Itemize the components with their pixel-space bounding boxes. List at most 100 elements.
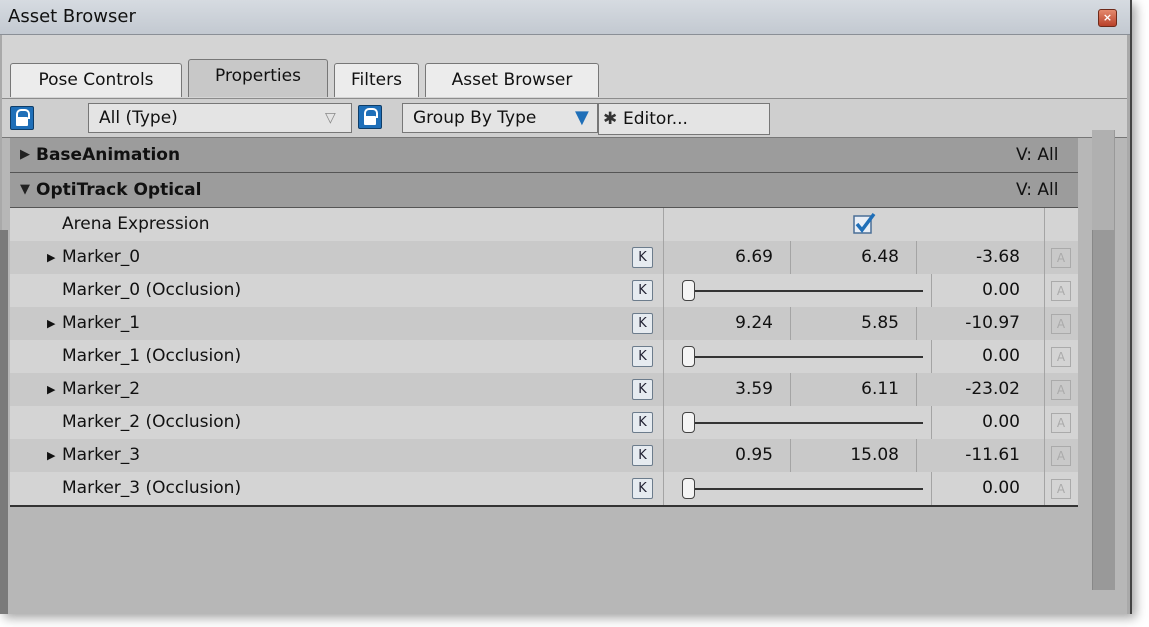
property-name: Marker_1 <box>62 313 141 333</box>
editor-button[interactable]: ✱ Editor... <box>598 103 770 135</box>
occlusion-value[interactable]: 0.00 <box>935 274 1020 307</box>
property-row-arena-expression: Arena Expression <box>10 208 1078 241</box>
property-row-marker-2: ▶ Marker_2 K 3.59 6.11 -23.02 A <box>10 373 1078 406</box>
column-divider <box>916 439 917 472</box>
key-button[interactable]: K <box>632 445 653 466</box>
toolbar: All (Type) ▽ Group By Type ▼ ✱ Editor... <box>2 99 1127 138</box>
property-name: Marker_3 <box>62 445 141 465</box>
scrollbar-thumb[interactable] <box>1092 130 1114 230</box>
anim-button[interactable]: A <box>1051 446 1071 466</box>
occlusion-slider-track[interactable] <box>695 356 923 358</box>
x-value[interactable]: 3.59 <box>670 373 773 406</box>
group-header-baseanimation[interactable]: ▶ BaseAnimation V: All <box>10 138 1078 173</box>
expand-icon[interactable]: ▶ <box>47 241 55 274</box>
gear-icon: ✱ <box>603 109 618 129</box>
occlusion-slider-thumb[interactable] <box>682 412 695 433</box>
occlusion-value[interactable]: 0.00 <box>935 472 1020 505</box>
occlusion-slider-thumb[interactable] <box>682 280 695 301</box>
column-divider <box>663 307 664 340</box>
column-divider <box>790 373 791 406</box>
property-row-marker-3-occlusion: Marker_3 (Occlusion) K 0.00 A <box>10 472 1078 505</box>
key-button[interactable]: K <box>632 412 653 433</box>
collapse-icon[interactable]: ▼ <box>20 173 30 207</box>
anim-button[interactable]: A <box>1051 314 1071 334</box>
tab-pose-controls[interactable]: Pose Controls <box>10 63 182 97</box>
tab-filters[interactable]: Filters <box>334 63 419 97</box>
occlusion-value[interactable]: 0.00 <box>935 340 1020 373</box>
occlusion-slider-track[interactable] <box>695 488 923 490</box>
visibility-label[interactable]: V: All <box>1016 138 1058 172</box>
y-value[interactable]: 15.08 <box>795 439 899 472</box>
y-value[interactable]: 5.85 <box>795 307 899 340</box>
column-divider <box>1044 406 1045 439</box>
tab-asset-browser[interactable]: Asset Browser <box>425 63 599 97</box>
occlusion-slider-track[interactable] <box>695 422 923 424</box>
type-filter-dropdown[interactable]: All (Type) ▽ <box>88 103 352 133</box>
title-bar: Asset Browser × <box>0 0 1130 35</box>
type-filter-value: All (Type) <box>99 108 178 128</box>
y-value[interactable]: 6.48 <box>795 241 899 274</box>
chevron-down-icon: ▽ <box>325 110 336 126</box>
close-icon[interactable]: × <box>1098 9 1117 27</box>
column-divider <box>790 439 791 472</box>
z-value[interactable]: -10.97 <box>920 307 1020 340</box>
panel-body: Pose Controls Properties Filters Asset B… <box>2 35 1127 614</box>
column-divider <box>931 340 932 373</box>
x-value[interactable]: 6.69 <box>670 241 773 274</box>
z-value[interactable]: -23.02 <box>920 373 1020 406</box>
property-name: Marker_3 (Occlusion) <box>62 478 242 498</box>
property-name: Marker_2 (Occlusion) <box>62 412 242 432</box>
chevron-down-icon: ▼ <box>575 107 589 128</box>
left-edge-shadow <box>0 230 8 614</box>
column-divider <box>931 406 932 439</box>
property-name: Marker_0 <box>62 247 141 267</box>
occlusion-slider-track[interactable] <box>695 290 923 292</box>
expand-icon[interactable]: ▶ <box>47 373 55 406</box>
property-row-marker-1-occlusion: Marker_1 (Occlusion) K 0.00 A <box>10 340 1078 373</box>
property-name: Marker_1 (Occlusion) <box>62 346 242 366</box>
property-name: Marker_2 <box>62 379 141 399</box>
key-button[interactable]: K <box>632 247 653 268</box>
anim-button[interactable]: A <box>1051 347 1071 367</box>
z-value[interactable]: -11.61 <box>920 439 1020 472</box>
key-button[interactable]: K <box>632 313 653 334</box>
key-button[interactable]: K <box>632 280 653 301</box>
occlusion-value[interactable]: 0.00 <box>935 406 1020 439</box>
occlusion-slider-thumb[interactable] <box>682 346 695 367</box>
group-name: OptiTrack Optical <box>36 180 202 200</box>
key-button[interactable]: K <box>632 478 653 499</box>
expand-icon[interactable]: ▶ <box>47 439 55 472</box>
lock-icon[interactable] <box>358 105 382 129</box>
expand-icon[interactable]: ▶ <box>20 138 30 172</box>
property-row-marker-0-occlusion: Marker_0 (Occlusion) K 0.00 A <box>10 274 1078 307</box>
lock-icon[interactable] <box>10 106 34 130</box>
anim-button[interactable]: A <box>1051 380 1071 400</box>
expand-icon[interactable]: ▶ <box>47 307 55 340</box>
group-header-optitrack[interactable]: ▼ OptiTrack Optical V: All <box>10 173 1078 208</box>
column-divider <box>663 439 664 472</box>
x-value[interactable]: 0.95 <box>670 439 773 472</box>
visibility-label[interactable]: V: All <box>1016 173 1058 207</box>
tab-strip: Pose Controls Properties Filters Asset B… <box>2 35 1127 99</box>
anim-button[interactable]: A <box>1051 479 1071 499</box>
x-value[interactable]: 9.24 <box>670 307 773 340</box>
anim-button[interactable]: A <box>1051 413 1071 433</box>
column-divider <box>663 274 664 307</box>
key-button[interactable]: K <box>632 379 653 400</box>
tab-properties[interactable]: Properties <box>188 59 328 97</box>
editor-label: Editor... <box>623 109 688 129</box>
y-value[interactable]: 6.11 <box>795 373 899 406</box>
anim-button[interactable]: A <box>1051 281 1071 301</box>
column-divider <box>663 373 664 406</box>
anim-button[interactable]: A <box>1051 248 1071 268</box>
group-by-dropdown[interactable]: Group By Type ▼ <box>402 103 598 133</box>
property-row-marker-3: ▶ Marker_3 K 0.95 15.08 -11.61 A <box>10 439 1078 472</box>
z-value[interactable]: -3.68 <box>920 241 1020 274</box>
arena-expression-checkbox[interactable] <box>853 212 876 235</box>
column-divider <box>790 241 791 274</box>
key-button[interactable]: K <box>632 346 653 367</box>
property-name: Arena Expression <box>62 214 210 234</box>
column-divider <box>663 241 664 274</box>
occlusion-slider-thumb[interactable] <box>682 478 695 499</box>
column-divider <box>916 241 917 274</box>
